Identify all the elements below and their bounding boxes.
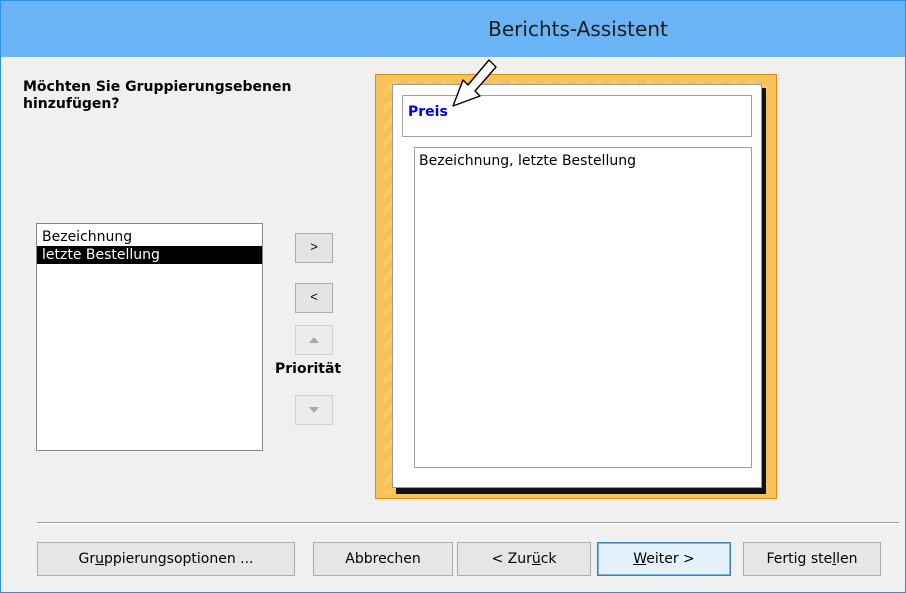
separator-line: [37, 522, 899, 524]
detail-box: Bezeichnung, letzte Bestellung: [414, 147, 752, 468]
list-item[interactable]: Bezeichnung: [37, 228, 262, 246]
add-grouping-button[interactable]: >: [295, 233, 333, 263]
cancel-button[interactable]: Abbrechen: [313, 542, 453, 576]
priority-down-button[interactable]: [295, 395, 333, 425]
title-bar[interactable]: Berichts-Assistent: [1, 1, 905, 57]
button-label-part: Gr: [78, 551, 96, 567]
report-wizard-window: Berichts-Assistent Möchten Sie Gruppieru…: [0, 0, 906, 593]
arrow-up-icon: [309, 336, 319, 343]
button-accelerator: W: [633, 551, 647, 567]
grouping-preview: Preis Bezeichnung, letzte Bestellung: [375, 74, 777, 499]
button-label-part: < Zur: [491, 551, 532, 567]
next-button[interactable]: Weiter >: [597, 542, 731, 576]
mouse-pointer-icon: [452, 59, 497, 107]
arrow-down-icon: [309, 406, 319, 413]
button-accelerator: u: [95, 551, 104, 567]
button-label-part: ppierungsoptionen ...: [103, 551, 254, 567]
detail-fields-label: Bezeichnung, letzte Bestellung: [419, 153, 636, 169]
preview-page: Preis Bezeichnung, letzte Bestellung: [392, 84, 762, 488]
grouping-question: Möchten Sie Gruppierungsebenen hinzufüge…: [23, 79, 292, 112]
button-label-part: ck: [540, 551, 557, 567]
priority-label: Priorität: [275, 361, 342, 377]
list-item[interactable]: letzte Bestellung: [37, 246, 262, 264]
finish-button[interactable]: Fertig stellen: [743, 542, 881, 576]
button-label-part: eiter >: [646, 551, 695, 567]
priority-up-button[interactable]: [295, 325, 333, 355]
grouping-options-button[interactable]: Gruppierungsoptionen ...: [37, 542, 295, 576]
button-label-part: len: [836, 551, 858, 567]
remove-grouping-button[interactable]: <: [295, 283, 333, 313]
button-accelerator: ü: [531, 551, 541, 567]
back-button[interactable]: < Zurück: [457, 542, 591, 576]
available-fields-list[interactable]: Bezeichnung letzte Bestellung: [36, 223, 263, 451]
button-label-part: Fertig ste: [766, 551, 833, 567]
window-title: Berichts-Assistent: [488, 17, 668, 41]
group-field-label: Preis: [408, 104, 448, 120]
